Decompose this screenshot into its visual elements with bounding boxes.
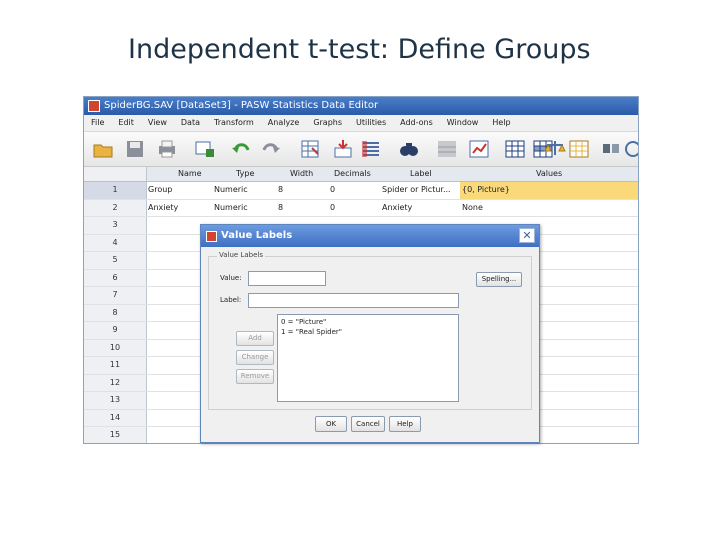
remove-button[interactable]: Remove	[236, 369, 274, 384]
value-labels-group: Value Labels Value: Spelling... Label: A…	[208, 251, 532, 410]
row-number[interactable]: 8	[84, 304, 147, 321]
menu-addons[interactable]: Add-ons	[393, 115, 440, 131]
cell-type[interactable]: Numeric	[212, 200, 256, 217]
add-button[interactable]: Add	[236, 331, 274, 346]
dialog-title: Value Labels	[221, 230, 293, 241]
dialog-titlebar: Value Labels ✕	[201, 225, 539, 247]
cell-decimals[interactable]: 0	[328, 200, 378, 217]
cell-name[interactable]: Anxiety	[146, 200, 212, 217]
value-labels-list[interactable]: 0 = "Picture" 1 = "Real Spider"	[277, 314, 459, 402]
label-input[interactable]	[248, 293, 459, 308]
menu-graphs[interactable]: Graphs	[306, 115, 349, 131]
chart-icon[interactable]	[468, 139, 490, 159]
spelling-button[interactable]: Spelling...	[476, 272, 522, 287]
row-number[interactable]: 9	[84, 322, 147, 339]
menu-view[interactable]: View	[141, 115, 174, 131]
value-label: Value:	[220, 274, 242, 282]
split-file-icon[interactable]	[504, 139, 526, 159]
row-number[interactable]: 4	[84, 234, 147, 251]
row-number[interactable]: 6	[84, 269, 147, 286]
menu-edit[interactable]: Edit	[111, 115, 141, 131]
open-folder-icon[interactable]	[92, 139, 114, 159]
list-item[interactable]: 1 = "Real Spider"	[281, 327, 455, 337]
col-header-values[interactable]: Values	[534, 167, 562, 181]
value-input[interactable]	[248, 271, 326, 286]
cell-width[interactable]: 8	[276, 182, 326, 199]
find-icon[interactable]	[398, 139, 420, 159]
row-number[interactable]: 13	[84, 392, 147, 409]
cell-width[interactable]: 8	[276, 200, 326, 217]
dialog-app-icon	[206, 231, 217, 242]
go-to-case-icon[interactable]	[300, 139, 322, 159]
label-label: Label:	[220, 296, 242, 304]
save-icon[interactable]	[124, 139, 146, 159]
change-button[interactable]: Change	[236, 350, 274, 365]
row-number[interactable]: 3	[84, 217, 147, 234]
row-number[interactable]: 5	[84, 252, 147, 269]
redo-icon[interactable]	[260, 139, 282, 159]
col-header-decimals[interactable]: Decimals	[332, 167, 371, 181]
row-number[interactable]: 15	[84, 427, 147, 443]
col-header-type[interactable]: Type	[234, 167, 254, 181]
menu-bar: File Edit View Data Transform Analyze Graphs Ut…	[84, 115, 638, 132]
variables-icon[interactable]	[360, 139, 382, 159]
spss-app-icon	[88, 100, 100, 112]
col-header-width[interactable]: Width	[288, 167, 313, 181]
grid-corner	[84, 167, 147, 181]
undo-icon[interactable]	[230, 139, 252, 159]
row-number[interactable]: 10	[84, 339, 147, 356]
menu-help[interactable]: Help	[485, 115, 517, 131]
cell-label[interactable]: Spider or Pictur...	[380, 182, 460, 199]
row-number[interactable]: 1	[84, 182, 147, 199]
print-icon[interactable]	[156, 139, 178, 159]
table-row: 2 Anxiety Numeric 8 0 Anxiety None	[84, 199, 638, 217]
row-number[interactable]: 11	[84, 357, 147, 374]
value-labels-dialog: Value Labels ✕ Value Labels Value: Spell…	[200, 224, 540, 443]
menu-data[interactable]: Data	[174, 115, 207, 131]
ok-button[interactable]: OK	[315, 416, 347, 432]
weight-cases-icon[interactable]	[544, 139, 566, 159]
toolbar	[84, 132, 638, 167]
row-number[interactable]: 2	[84, 199, 147, 216]
table-row: 1 Group Numeric 8 0 Spider or Pictur... …	[84, 182, 638, 200]
window-titlebar: SpiderBG.SAV [DataSet3] - PASW Statistic…	[84, 97, 638, 115]
menu-utilities[interactable]: Utilities	[349, 115, 393, 131]
scripting-icon[interactable]	[624, 139, 638, 159]
menu-file[interactable]: File	[84, 115, 111, 131]
cell-label[interactable]: Anxiety	[380, 200, 460, 217]
group-legend: Value Labels	[217, 251, 265, 259]
row-number[interactable]: 7	[84, 287, 147, 304]
col-header-name[interactable]: Name	[176, 167, 202, 181]
row-number[interactable]: 14	[84, 409, 147, 426]
close-icon[interactable]: ✕	[519, 228, 535, 243]
menu-analyze[interactable]: Analyze	[261, 115, 307, 131]
row-number[interactable]: 12	[84, 374, 147, 391]
help-button[interactable]: Help	[389, 416, 421, 432]
menu-window[interactable]: Window	[440, 115, 486, 131]
grid-header: Name Type Width Decimals Label Values	[84, 167, 638, 182]
insert-cases-icon[interactable]	[436, 139, 458, 159]
cell-decimals[interactable]: 0	[328, 182, 378, 199]
cell-values[interactable]: None	[460, 200, 638, 217]
cell-values[interactable]: {0, Picture}	[460, 182, 638, 199]
col-header-label[interactable]: Label	[408, 167, 432, 181]
value-labels-icon[interactable]	[568, 139, 590, 159]
list-item[interactable]: 0 = "Picture"	[281, 317, 455, 327]
cell-type[interactable]: Numeric	[212, 182, 256, 199]
dialog-recall-icon[interactable]	[194, 139, 216, 159]
go-to-variable-icon[interactable]	[332, 139, 354, 159]
window-title: SpiderBG.SAV [DataSet3] - PASW Statistic…	[104, 100, 379, 111]
cell-name[interactable]: Group	[146, 182, 212, 199]
slide-title: Independent t-test: Define Groups	[128, 34, 591, 65]
cancel-button[interactable]: Cancel	[351, 416, 385, 432]
use-variable-sets-icon[interactable]	[600, 139, 622, 159]
menu-transform[interactable]: Transform	[207, 115, 261, 131]
